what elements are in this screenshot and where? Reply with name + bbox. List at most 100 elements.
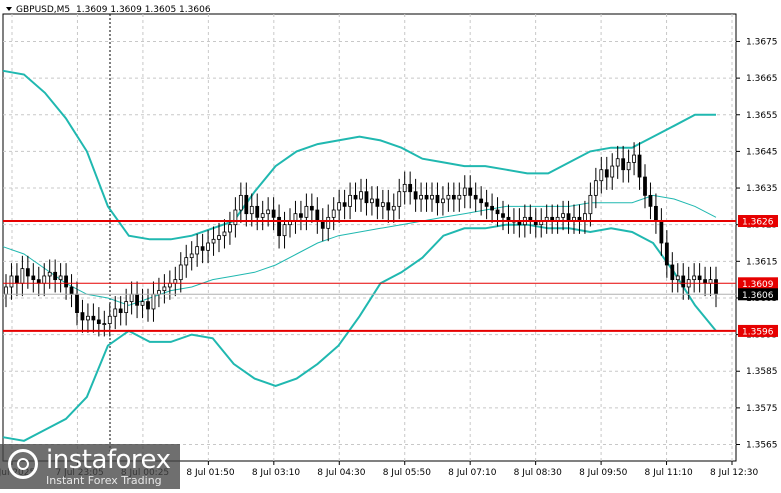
candle-body bbox=[337, 202, 342, 211]
plot-frame bbox=[2, 13, 737, 462]
candle-body bbox=[364, 191, 369, 204]
candle-body bbox=[501, 213, 505, 218]
candle-body bbox=[430, 194, 434, 200]
candle-body bbox=[184, 257, 189, 266]
candle-body bbox=[293, 213, 298, 222]
candle-body bbox=[162, 286, 167, 292]
candle-body bbox=[200, 246, 205, 251]
candle-body bbox=[391, 205, 396, 211]
x-tick-label: 8 Jul 01:50 bbox=[186, 468, 235, 478]
candle-body bbox=[222, 231, 227, 237]
candle-body bbox=[708, 279, 713, 284]
candle-body bbox=[664, 242, 669, 266]
candle-body bbox=[561, 213, 565, 218]
candle-body bbox=[670, 264, 675, 281]
logo-icon bbox=[8, 449, 38, 479]
candle-body bbox=[96, 319, 101, 325]
candle-body bbox=[353, 194, 358, 200]
candle-body bbox=[91, 315, 96, 321]
candle-body bbox=[178, 264, 183, 281]
candle-body bbox=[446, 194, 451, 200]
y-tick-label: 1.3615 bbox=[746, 257, 778, 267]
candle-body bbox=[195, 246, 200, 255]
candle-body bbox=[64, 275, 68, 288]
candle-body bbox=[593, 180, 598, 196]
candle-body bbox=[113, 308, 118, 317]
candle-body bbox=[451, 194, 456, 200]
candle-body bbox=[260, 213, 265, 218]
candle-body bbox=[42, 275, 47, 284]
candle-body bbox=[315, 209, 320, 222]
candle-body bbox=[282, 224, 287, 237]
candle-body bbox=[25, 268, 30, 277]
candle-body bbox=[309, 205, 314, 211]
x-tick-label: 8 Jul 12:30 bbox=[710, 468, 759, 478]
candle-body bbox=[53, 271, 58, 281]
logo-name: instaforex bbox=[46, 445, 171, 475]
level-label-1.3596: 1.3596 bbox=[742, 327, 774, 337]
candle-body bbox=[217, 235, 221, 240]
candle-body bbox=[588, 194, 593, 215]
candle-body bbox=[462, 187, 467, 196]
candle-body bbox=[604, 169, 609, 178]
candle-body bbox=[331, 209, 336, 218]
x-tick-label: 8 Jul 09:50 bbox=[579, 468, 628, 478]
candle-body bbox=[206, 242, 210, 251]
candle-body bbox=[457, 194, 462, 200]
y-tick-label: 1.3565 bbox=[746, 441, 778, 451]
candle-body bbox=[659, 220, 664, 244]
candle-body bbox=[244, 194, 249, 215]
candle-body bbox=[681, 275, 686, 288]
candle-body bbox=[348, 194, 352, 207]
candle-body bbox=[359, 191, 363, 200]
price-chart[interactable]: 1.36751.36651.36551.36451.36351.36251.36… bbox=[0, 0, 781, 489]
candle-body bbox=[9, 275, 14, 288]
candle-body bbox=[626, 161, 631, 171]
candle-body bbox=[714, 279, 718, 295]
candle-body bbox=[643, 176, 647, 196]
logo-tagline: Instant Forex Trading bbox=[46, 474, 162, 487]
candle-body bbox=[304, 205, 309, 218]
level-label-1.3626: 1.3626 bbox=[742, 218, 774, 228]
symbol-label: GBPUSD,M5 bbox=[16, 5, 70, 15]
candle-body bbox=[4, 286, 8, 295]
candle-body bbox=[468, 187, 473, 196]
candle-body bbox=[233, 209, 238, 226]
candle-body bbox=[211, 238, 216, 244]
candle-body bbox=[697, 275, 702, 281]
x-tick-label: 8 Jul 05:50 bbox=[383, 468, 432, 478]
candle-body bbox=[86, 315, 90, 321]
candle-body bbox=[342, 202, 347, 207]
candle-body bbox=[36, 279, 41, 284]
x-tick-label: 8 Jul 11:10 bbox=[645, 468, 694, 478]
instaforex-logo: instaforex Instant Forex Trading bbox=[0, 444, 180, 489]
x-tick-label: 8 Jul 04:30 bbox=[317, 468, 366, 478]
candle-body bbox=[228, 224, 232, 233]
candle-body bbox=[490, 205, 494, 211]
candle-body bbox=[320, 220, 325, 229]
candle-body bbox=[583, 213, 587, 222]
candle-body bbox=[102, 323, 107, 326]
collapse-triangle-icon bbox=[6, 7, 12, 11]
candle-body bbox=[146, 301, 150, 310]
candle-body bbox=[58, 275, 63, 281]
candle-body bbox=[124, 301, 129, 314]
candle-body bbox=[402, 183, 407, 193]
candle-body bbox=[375, 198, 380, 207]
candle-body bbox=[413, 191, 418, 200]
candle-body bbox=[189, 253, 194, 259]
candle-body bbox=[135, 293, 139, 306]
candle-body bbox=[15, 275, 19, 284]
candle-body bbox=[637, 154, 642, 178]
y-tick-label: 1.3575 bbox=[746, 404, 778, 414]
candle-body bbox=[80, 312, 85, 321]
candle-body bbox=[299, 213, 303, 218]
candle-body bbox=[675, 275, 680, 281]
candlestick-chart-svg: 1.36751.36651.36551.36451.36351.36251.36… bbox=[0, 5, 778, 478]
candle-body bbox=[129, 293, 134, 303]
candle-body bbox=[703, 279, 707, 284]
candle-body bbox=[255, 205, 260, 218]
x-tick-label: 8 Jul 08:30 bbox=[514, 468, 563, 478]
candle-body bbox=[69, 286, 74, 295]
candle-body bbox=[435, 194, 440, 204]
